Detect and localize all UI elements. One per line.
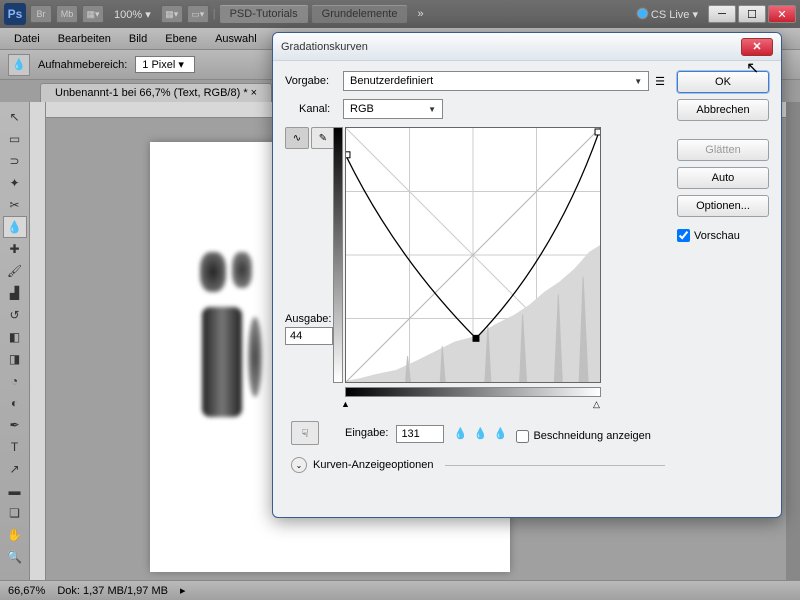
eraser-tool[interactable]: ◧ bbox=[3, 326, 27, 348]
preset-label: Vorgabe: bbox=[285, 75, 337, 87]
black-slider[interactable]: ▲ bbox=[341, 399, 350, 409]
lasso-tool[interactable]: ⊃ bbox=[3, 150, 27, 172]
status-bar: 66,67% Dok: 1,37 MB/1,97 MB ▸ bbox=[0, 580, 800, 600]
workspace-tab-psd[interactable]: PSD-Tutorials bbox=[220, 5, 308, 23]
status-zoom[interactable]: 66,67% bbox=[8, 585, 45, 597]
curve-draw-tool[interactable]: ✎ bbox=[311, 127, 335, 149]
cancel-button[interactable]: Abbrechen bbox=[677, 99, 769, 121]
close-button[interactable]: ✕ bbox=[768, 5, 796, 23]
heal-tool[interactable]: ✚ bbox=[3, 238, 27, 260]
tool-preset[interactable]: 💧 bbox=[8, 54, 30, 76]
output-gradient bbox=[333, 127, 343, 383]
pen-tool[interactable]: ✒ bbox=[3, 414, 27, 436]
screenmode-button[interactable]: ▭▾ bbox=[187, 5, 209, 23]
curve-point-tool[interactable]: ∿ bbox=[285, 127, 309, 149]
preview-checkbox[interactable]: Vorschau bbox=[677, 229, 769, 242]
dialog-close-button[interactable]: ✕ bbox=[741, 38, 773, 56]
display-options-expand[interactable]: ⌄ bbox=[291, 457, 307, 473]
marquee-tool[interactable]: ▭ bbox=[3, 128, 27, 150]
samplesize-label: Aufnahmebereich: bbox=[38, 59, 127, 71]
zoom-tool[interactable]: 🔍 bbox=[3, 546, 27, 568]
right-panel-collapsed[interactable] bbox=[786, 102, 800, 580]
workspace-tab-grund[interactable]: Grundelemente bbox=[312, 5, 408, 23]
menu-auswahl[interactable]: Auswahl bbox=[207, 31, 265, 47]
menu-bearbeiten[interactable]: Bearbeiten bbox=[50, 31, 119, 47]
gray-eyedropper[interactable]: 💧 bbox=[472, 425, 488, 441]
menu-datei[interactable]: Datei bbox=[6, 31, 48, 47]
input-gradient bbox=[345, 387, 601, 397]
wand-tool[interactable]: ✦ bbox=[3, 172, 27, 194]
dialog-titlebar[interactable]: Gradationskurven ✕ bbox=[273, 33, 781, 61]
input-field[interactable]: 131 bbox=[396, 425, 444, 443]
gradient-tool[interactable]: ◨ bbox=[3, 348, 27, 370]
stamp-tool[interactable]: ▟ bbox=[3, 282, 27, 304]
black-eyedropper[interactable]: 💧 bbox=[452, 425, 468, 441]
smooth-button[interactable]: Glätten bbox=[677, 139, 769, 161]
white-eyedropper[interactable]: 💧 bbox=[492, 425, 508, 441]
ruler-vertical[interactable] bbox=[30, 102, 46, 580]
cslive-menu[interactable]: CS Live ▾ bbox=[632, 8, 704, 21]
hand-tool[interactable]: ✋ bbox=[3, 524, 27, 546]
type-tool[interactable]: T bbox=[3, 436, 27, 458]
output-field[interactable]: 44 bbox=[285, 327, 333, 345]
white-slider[interactable]: △ bbox=[593, 399, 600, 410]
output-label: Ausgabe: bbox=[285, 313, 339, 325]
target-adjust-tool[interactable]: ☟ bbox=[291, 421, 319, 445]
ok-button[interactable]: OK bbox=[677, 71, 769, 93]
curves-dialog: Gradationskurven ✕ Vorgabe: Benutzerdefi… bbox=[272, 32, 782, 518]
menu-bild[interactable]: Bild bbox=[121, 31, 155, 47]
status-dok[interactable]: Dok: 1,37 MB/1,97 MB bbox=[57, 585, 168, 597]
menu-ebene[interactable]: Ebene bbox=[157, 31, 205, 47]
minibridge-button[interactable]: Mb bbox=[56, 5, 78, 23]
dodge-tool[interactable]: ◐ bbox=[3, 392, 27, 414]
samplesize-select[interactable]: 1 Pixel ▾ bbox=[135, 56, 195, 73]
curves-plot[interactable]: ▲ △ bbox=[345, 127, 623, 405]
app-titlebar: Ps Br Mb ▦▾ 100% ▾ ▦▾ ▭▾ | PSD-Tutorials… bbox=[0, 0, 800, 28]
brush-tool[interactable]: 🖌 bbox=[3, 260, 27, 282]
shape-tool[interactable]: ▬ bbox=[3, 480, 27, 502]
options-button[interactable]: Optionen... bbox=[677, 195, 769, 217]
eyedropper-tool[interactable]: 💧 bbox=[3, 216, 27, 238]
dialog-title: Gradationskurven bbox=[281, 41, 741, 53]
channel-combo[interactable]: RGB▼ bbox=[343, 99, 443, 119]
preset-menu-icon[interactable]: ☰ bbox=[655, 75, 665, 88]
preset-combo[interactable]: Benutzerdefiniert▼ bbox=[343, 71, 649, 91]
history-tool[interactable]: ↺ bbox=[3, 304, 27, 326]
input-label: Eingabe: bbox=[345, 427, 388, 439]
bridge-button[interactable]: Br bbox=[30, 5, 52, 23]
auto-button[interactable]: Auto bbox=[677, 167, 769, 189]
viewmode-button[interactable]: ▦▾ bbox=[82, 5, 104, 23]
crop-tool[interactable]: ✂ bbox=[3, 194, 27, 216]
minimize-button[interactable]: ─ bbox=[708, 5, 736, 23]
channel-label: Kanal: bbox=[299, 103, 337, 115]
workspace-more[interactable]: » bbox=[411, 6, 429, 22]
clipping-checkbox[interactable]: Beschneidung anzeigen bbox=[516, 430, 650, 443]
maximize-button[interactable]: ☐ bbox=[738, 5, 766, 23]
path-tool[interactable]: ↗ bbox=[3, 458, 27, 480]
display-options-label: Kurven-Anzeigeoptionen bbox=[313, 459, 433, 471]
toolbox: ↖ ▭ ⊃ ✦ ✂ 💧 ✚ 🖌 ▟ ↺ ◧ ◨ ◔ ◐ ✒ T ↗ ▬ ❏ ✋ … bbox=[0, 102, 30, 580]
blur-tool[interactable]: ◔ bbox=[3, 370, 27, 392]
document-tab[interactable]: Unbenannt-1 bei 66,7% (Text, RGB/8) * × bbox=[40, 83, 272, 102]
3d-tool[interactable]: ❏ bbox=[3, 502, 27, 524]
arrange-button[interactable]: ▦▾ bbox=[161, 5, 183, 23]
zoom-field[interactable]: 100% ▾ bbox=[108, 6, 157, 23]
ps-logo: Ps bbox=[4, 3, 26, 25]
move-tool[interactable]: ↖ bbox=[3, 106, 27, 128]
